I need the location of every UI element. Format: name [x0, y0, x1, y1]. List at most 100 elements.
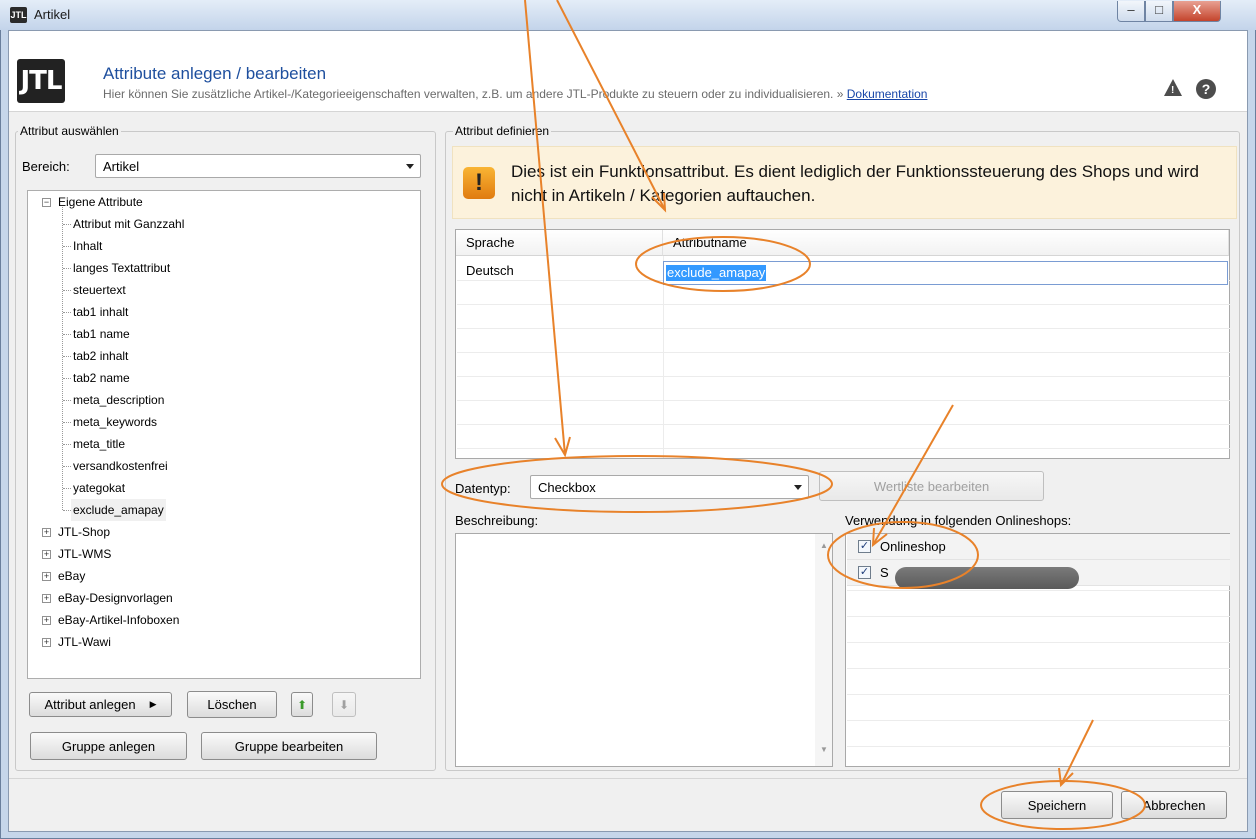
documentation-link[interactable]: Dokumentation — [847, 87, 928, 101]
minimize-button[interactable]: – — [1117, 1, 1145, 22]
tree-group-node[interactable]: JTL-Wawi — [58, 631, 111, 653]
tree-item[interactable]: Inhalt — [73, 235, 102, 257]
tree-item[interactable]: tab1 name — [73, 323, 130, 345]
tree-item[interactable]: tab2 name — [73, 367, 130, 389]
checkbox-onlineshop[interactable]: ✓ — [858, 540, 871, 553]
move-up-button[interactable]: ⬆ — [291, 692, 313, 717]
window-title: Artikel — [34, 7, 71, 22]
table-gridline — [457, 376, 1230, 377]
move-down-button[interactable]: ⬇ — [332, 692, 356, 717]
tree-group-node[interactable]: eBay — [58, 565, 85, 587]
close-button[interactable]: X — [1173, 1, 1221, 22]
tree-group-node[interactable]: JTL-Shop — [58, 521, 110, 543]
datentyp-dropdown[interactable]: Checkbox — [530, 475, 809, 499]
tree-group-node[interactable]: JTL-WMS — [58, 543, 111, 565]
tree-line — [63, 246, 71, 247]
tree-item[interactable]: meta_title — [73, 433, 125, 455]
arrow-down-icon: ⬇ — [338, 697, 350, 712]
attribute-name-value: exclude_amapay — [666, 265, 767, 281]
bereich-dropdown[interactable]: Artikel — [95, 154, 421, 178]
attribut-anlegen-button[interactable]: Attribut anlegen ▶ — [29, 692, 172, 717]
table-gridline — [457, 448, 1230, 449]
datentyp-label: Datentyp: — [455, 481, 511, 496]
exclamation-icon: ! — [463, 167, 495, 199]
expand-icon[interactable]: + — [42, 572, 51, 581]
table-gridline — [457, 328, 1230, 329]
tree-line — [63, 312, 71, 313]
jtl-logo: JTL — [17, 59, 65, 103]
expand-icon[interactable]: + — [42, 616, 51, 625]
column-header-sprache[interactable]: Sprache — [456, 230, 663, 256]
scroll-up-icon[interactable]: ▲ — [820, 541, 828, 550]
wertliste-bearbeiten-button[interactable]: Wertliste bearbeiten — [819, 471, 1044, 501]
tree-item[interactable]: meta_description — [73, 389, 164, 411]
attribute-select-group-label: Attribut auswählen — [18, 124, 121, 138]
shop-row-onlineshop[interactable]: ✓ Onlineshop — [847, 534, 1230, 560]
chevron-down-icon — [406, 164, 414, 169]
expand-icon[interactable]: + — [42, 528, 51, 537]
tree-item[interactable]: exclude_amapay — [71, 499, 166, 521]
tree-line — [63, 444, 71, 445]
shops-label: Verwendung in folgenden Onlineshops: — [845, 513, 1072, 528]
tree-item[interactable]: Attribut mit Ganzzahl — [73, 213, 184, 235]
gruppe-bearbeiten-button[interactable]: Gruppe bearbeiten — [201, 732, 377, 760]
redacted-shop-name — [895, 567, 1079, 589]
datentyp-value: Checkbox — [538, 480, 596, 495]
tree-group-node[interactable]: eBay-Artikel-Infoboxen — [58, 609, 179, 631]
help-icon[interactable]: ? — [1196, 79, 1216, 99]
list-gridline — [847, 694, 1230, 695]
tree-line — [63, 400, 71, 401]
checkbox-shop-2[interactable]: ✓ — [858, 566, 871, 579]
abbrechen-button[interactable]: Abbrechen — [1121, 791, 1227, 819]
scroll-down-icon[interactable]: ▼ — [820, 745, 828, 754]
table-gridline — [457, 352, 1230, 353]
scrollbar[interactable] — [815, 534, 832, 766]
chevron-down-icon — [794, 485, 802, 490]
arrow-up-icon: ⬆ — [296, 697, 308, 712]
bereich-value: Artikel — [103, 159, 140, 174]
tree-item[interactable]: tab1 inhalt — [73, 301, 128, 323]
tree-item[interactable]: yategokat — [73, 477, 125, 499]
info-text: Dies ist ein Funktionsattribut. Es dient… — [511, 162, 1199, 205]
page-subtitle: Hier können Sie zusätzliche Artikel-/Kat… — [103, 87, 927, 101]
subtitle-text: Hier können Sie zusätzliche Artikel-/Kat… — [103, 87, 844, 101]
title-bar — [0, 0, 1256, 30]
tree-line — [62, 207, 63, 510]
tree-line — [63, 488, 71, 489]
column-header-attributname[interactable]: Attributname — [663, 230, 1229, 256]
speichern-button[interactable]: Speichern — [1001, 791, 1113, 819]
tree-item[interactable]: versandkostenfrei — [73, 455, 168, 477]
tree-line — [63, 334, 71, 335]
maximize-button[interactable]: □ — [1145, 1, 1173, 22]
tree-line — [63, 510, 71, 511]
beschreibung-textarea[interactable] — [455, 533, 833, 767]
tree-line — [63, 290, 71, 291]
list-gridline — [847, 590, 1230, 591]
loeschen-button[interactable]: Löschen — [187, 691, 277, 718]
tree-node-eigene-attribute[interactable]: Eigene Attribute — [58, 191, 143, 213]
tree-item[interactable]: tab2 inhalt — [73, 345, 128, 367]
page-title: Attribute anlegen / bearbeiten — [103, 64, 327, 83]
tree-line — [63, 466, 71, 467]
tree-item[interactable]: langes Textattribut — [73, 257, 170, 279]
collapse-icon[interactable]: − — [42, 198, 51, 207]
tree-line — [63, 224, 71, 225]
expand-icon[interactable]: + — [42, 594, 51, 603]
tree-line — [63, 378, 71, 379]
attribute-name-input[interactable]: exclude_amapay — [663, 261, 1228, 285]
footer-separator — [9, 778, 1247, 779]
expand-icon[interactable]: + — [42, 638, 51, 647]
tree-group-node[interactable]: eBay-Designvorlagen — [58, 587, 173, 609]
attribute-define-group-label: Attribut definieren — [453, 124, 552, 138]
tree-item[interactable]: steuertext — [73, 279, 126, 301]
gruppe-anlegen-button[interactable]: Gruppe anlegen — [30, 732, 187, 760]
list-gridline — [847, 746, 1230, 747]
shop-name: S — [880, 565, 889, 580]
attribute-tree[interactable]: Eigene Attribute − Attribut mit Ganzzahl In… — [27, 190, 421, 679]
tree-line — [63, 422, 71, 423]
list-gridline — [847, 616, 1230, 617]
expand-icon[interactable]: + — [42, 550, 51, 559]
tree-item[interactable]: meta_keywords — [73, 411, 157, 433]
table-gridline — [457, 424, 1230, 425]
tree-line — [63, 268, 71, 269]
